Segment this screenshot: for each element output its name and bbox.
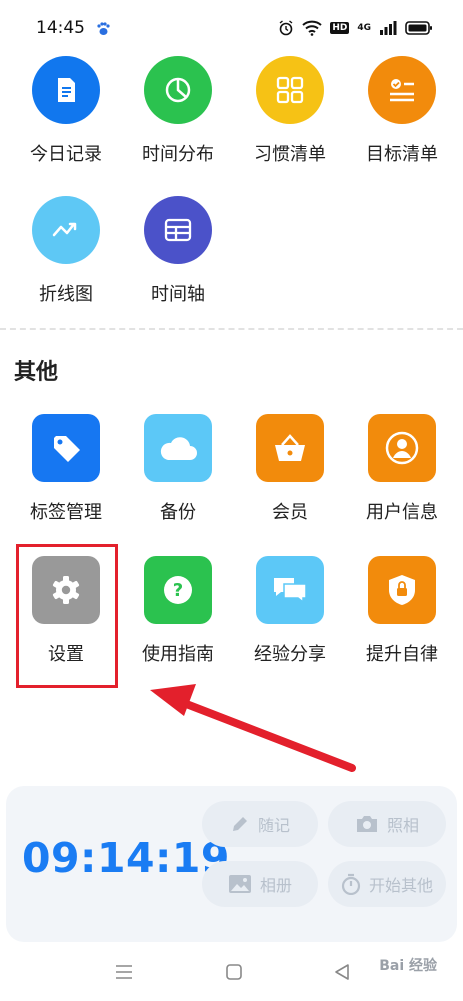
grid-item-membership[interactable]: 会员: [235, 414, 345, 524]
section-title: 其他: [14, 360, 59, 385]
battery-icon: [405, 21, 432, 35]
highlight-box: [16, 544, 118, 688]
grid-item-user-info[interactable]: 用户信息: [347, 414, 457, 524]
section-divider: [0, 328, 463, 330]
start-other-label: 开始其他: [368, 876, 433, 895]
item-label: 经验分享: [254, 644, 326, 665]
item-label: 今日记录: [30, 144, 102, 165]
grid-item-today-record[interactable]: 今日记录: [11, 56, 121, 166]
network-type: 4G: [357, 23, 371, 33]
item-label: 标签管理: [30, 502, 102, 523]
table-icon: [144, 196, 212, 264]
user-avatar-icon: [368, 414, 436, 482]
pencil-icon: [232, 817, 247, 831]
grid-item-self-discipline[interactable]: 提升自律: [347, 556, 457, 666]
stopwatch-icon: [341, 873, 361, 895]
status-time: 14:45: [36, 18, 85, 38]
grid-item-backup[interactable]: 备份: [123, 414, 233, 524]
menu-icon[interactable]: [114, 962, 134, 982]
note-button[interactable]: 随记: [202, 801, 318, 847]
grid-item-timeline[interactable]: 时间轴: [123, 196, 233, 306]
album-label: 相册: [259, 876, 292, 895]
home-icon[interactable]: [224, 962, 244, 982]
item-label: 时间轴: [151, 284, 205, 305]
checklist-icon: [368, 56, 436, 124]
item-label: 备份: [160, 502, 196, 523]
grid-item-line-chart[interactable]: 折线图: [11, 196, 121, 306]
grid-item-tag-management[interactable]: 标签管理: [11, 414, 121, 524]
item-label: 会员: [272, 502, 308, 523]
camera-label: 照相: [386, 816, 419, 835]
grid-icon: [256, 56, 324, 124]
alarm-icon: [279, 20, 293, 36]
grid-item-user-guide[interactable]: ? 使用指南: [123, 556, 233, 666]
document-icon: [32, 56, 100, 124]
grid-item-habit-list[interactable]: 习惯清单: [235, 56, 345, 166]
item-label: 用户信息: [366, 502, 438, 523]
chat-bubbles-icon: [256, 556, 324, 624]
grid-item-goal-list[interactable]: 目标清单: [347, 56, 457, 166]
image-icon: [228, 875, 251, 893]
wifi-icon: [302, 20, 322, 36]
cloud-icon: [144, 414, 212, 482]
start-other-button[interactable]: 开始其他: [328, 861, 446, 907]
status-icons: HD 4G: [278, 20, 433, 36]
basket-icon: [256, 414, 324, 482]
camera-icon: [356, 816, 377, 832]
item-label: 折线图: [39, 284, 93, 305]
bottom-panel: 09:14:19 随记 照相 相册 开始其他: [6, 786, 457, 942]
grid-item-time-distribution[interactable]: 时间分布: [123, 56, 233, 166]
item-label: 习惯清单: [254, 144, 326, 165]
shield-lock-icon: [368, 556, 436, 624]
svg-text:?: ?: [173, 580, 183, 601]
line-chart-icon: [32, 196, 100, 264]
item-label: 提升自律: [366, 644, 438, 665]
watermark: Bai 经验: [379, 958, 437, 974]
back-icon[interactable]: [332, 962, 352, 982]
signal-icon: [380, 21, 397, 35]
tag-icon: [32, 414, 100, 482]
item-label: 使用指南: [142, 644, 214, 665]
camera-button[interactable]: 照相: [328, 801, 446, 847]
status-bar: 14:45 HD 4G: [0, 0, 463, 50]
pie-chart-icon: [144, 56, 212, 124]
hd-badge: HD: [330, 22, 350, 34]
timer-display: 09:14:19: [22, 834, 230, 882]
question-icon: ?: [144, 556, 212, 624]
grid-item-experience-share[interactable]: 经验分享: [235, 556, 345, 666]
item-label: 时间分布: [142, 144, 214, 165]
album-button[interactable]: 相册: [202, 861, 318, 907]
note-label: 随记: [257, 816, 290, 835]
baidu-paw-icon: [97, 22, 110, 35]
item-label: 目标清单: [366, 144, 438, 165]
